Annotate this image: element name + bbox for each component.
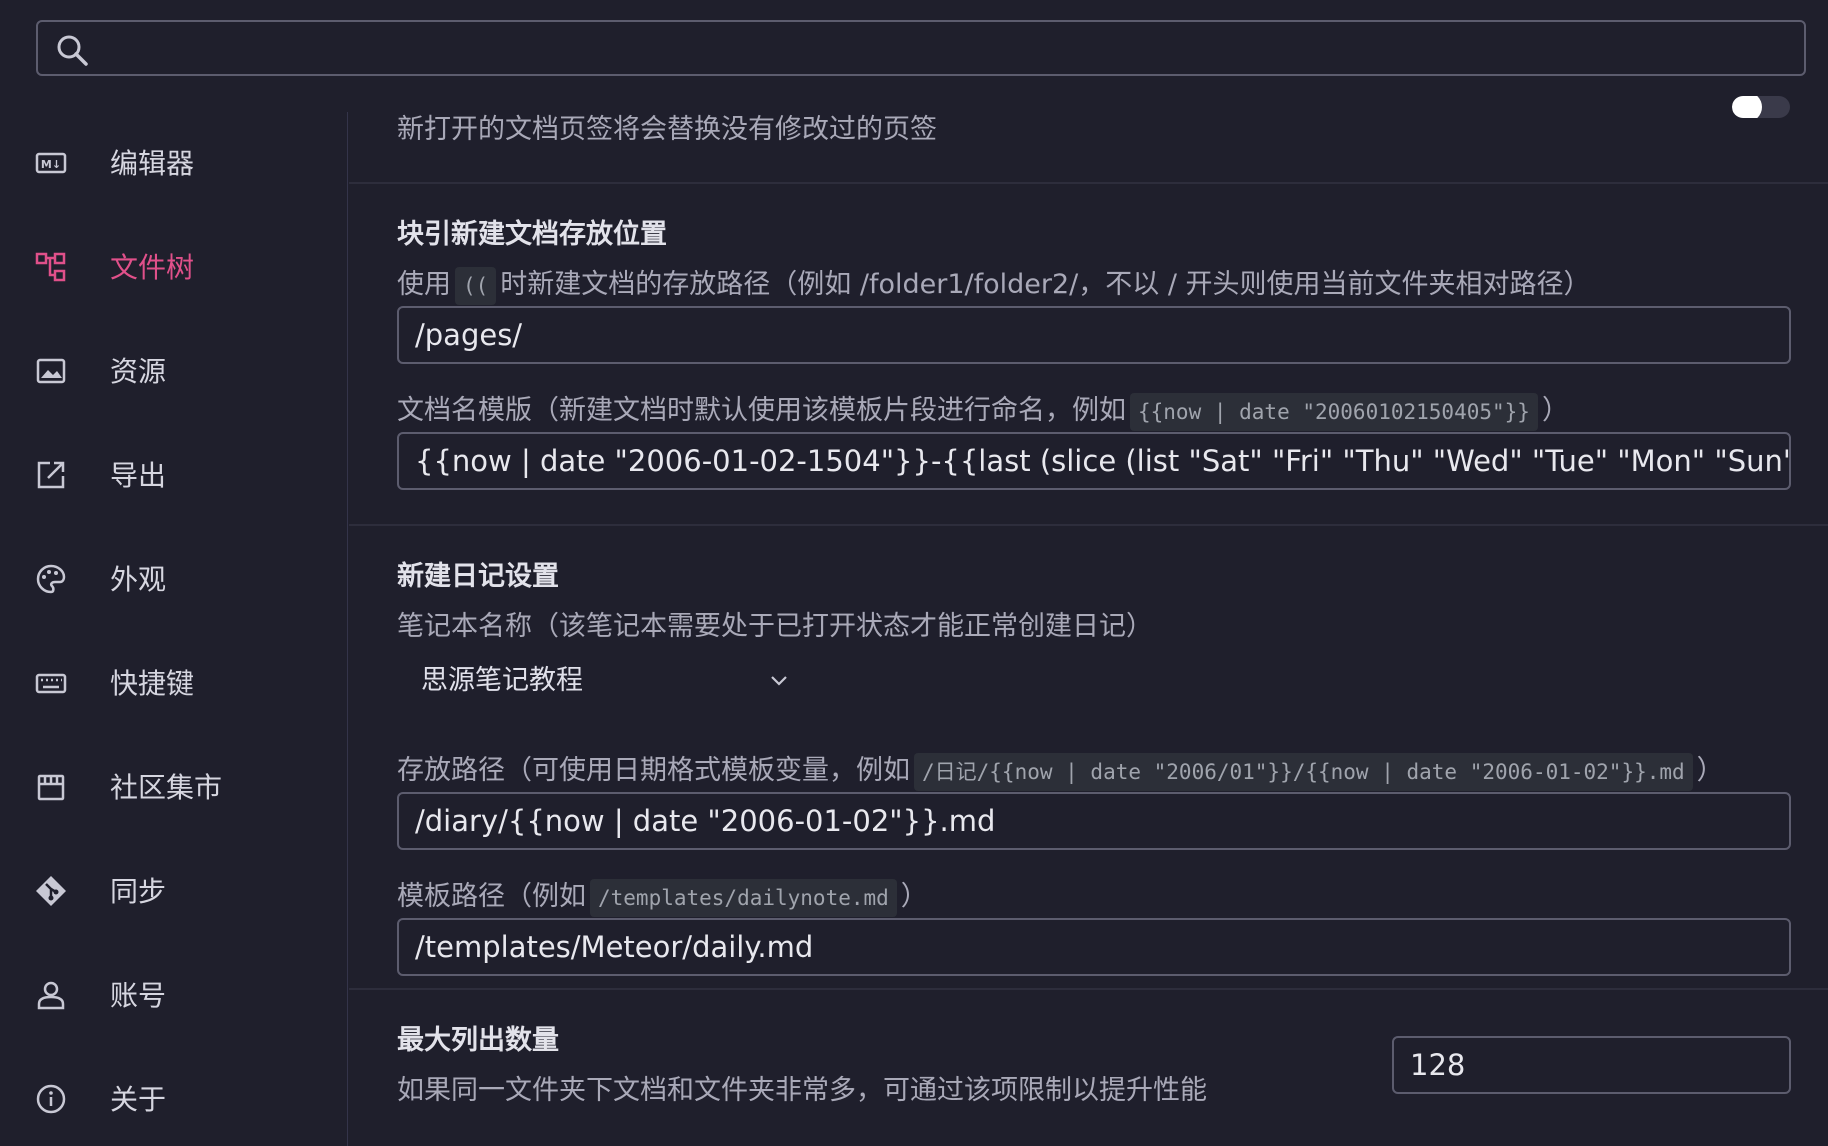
replace-tab-description: 新打开的文档页签将会替换没有修改过的页签 — [397, 114, 937, 145]
sidebar-item-export[interactable]: 导出 — [0, 442, 346, 512]
settings-sidebar: M↓ 编辑器 文件树 资源 导出 外观 快捷键 社区集市 同步 账号 关于 — [0, 112, 348, 1146]
sidebar-item-editor[interactable]: M↓ 编辑器 — [0, 130, 346, 200]
palette-icon — [36, 564, 66, 594]
sync-icon — [36, 876, 66, 906]
block-ref-desc-prefix: 使用 — [397, 269, 451, 300]
sidebar-item-keymap[interactable]: 快捷键 — [0, 650, 346, 720]
daily-path-input[interactable]: /diary/{{now | date "2006-01-02"}}.md — [397, 792, 1791, 850]
sidebar-item-label: 关于 — [110, 1083, 167, 1116]
info-icon — [36, 1084, 66, 1114]
chevron-down-icon — [771, 676, 787, 686]
daily-template-desc-prefix: 模板路径（例如 — [397, 881, 586, 912]
daily-path-desc-suffix: ） — [1696, 755, 1724, 786]
block-ref-title: 块引新建文档存放位置 — [397, 219, 667, 250]
sidebar-item-sync[interactable]: 同步 — [0, 858, 346, 928]
sidebar-item-label: 资源 — [110, 355, 167, 388]
daily-template-desc-suffix: ） — [900, 881, 928, 912]
daily-path-desc-prefix: 存放路径（可使用日期格式模板变量，例如 — [397, 755, 910, 786]
notebook-select-value: 思源笔记教程 — [421, 665, 583, 696]
store-icon — [37, 774, 65, 801]
daily-template-description: 模板路径（例如/templates/dailynote.md） — [397, 877, 928, 917]
export-icon — [37, 461, 65, 489]
block-ref-description: 使用((时新建文档的存放路径（例如 /folder1/folder2/，不以 /… — [397, 265, 1591, 305]
sidebar-item-filetree[interactable]: 文件树 — [0, 234, 346, 304]
markdown-icon: M↓ — [35, 152, 67, 174]
block-ref-desc-suffix: 时新建文档的存放路径（例如 /folder1/folder2/，不以 / 开头则… — [500, 269, 1591, 300]
user-icon — [37, 981, 65, 1010]
sidebar-item-assets[interactable]: 资源 — [0, 338, 346, 408]
sidebar-item-label: 快捷键 — [110, 667, 195, 700]
sidebar-item-label: 文件树 — [110, 251, 195, 284]
sidebar-item-appearance[interactable]: 外观 — [0, 546, 346, 616]
daily-note-title: 新建日记设置 — [397, 561, 559, 592]
notebook-label: 笔记本名称（该笔记本需要处于已打开状态才能正常创建日记） — [397, 611, 1153, 642]
code-snippet: /templates/dailynote.md — [590, 878, 897, 917]
sidebar-item-bazaar[interactable]: 社区集市 — [0, 754, 346, 824]
sidebar-item-label: 编辑器 — [110, 147, 195, 180]
template-desc-prefix: 文档名模版（新建文档时默认使用该模板片段进行命名，例如 — [397, 395, 1126, 426]
settings-content: 新打开的文档页签将会替换没有修改过的页签 块引新建文档存放位置 使用((时新建文… — [349, 78, 1828, 1146]
sidebar-item-label: 外观 — [110, 563, 167, 596]
notebook-select[interactable]: 思源笔记教程 — [421, 656, 801, 706]
sidebar-item-label: 同步 — [110, 875, 167, 908]
divider — [349, 182, 1828, 184]
max-list-input[interactable]: 128 — [1392, 1036, 1791, 1094]
sidebar-item-label: 社区集市 — [110, 771, 223, 804]
doc-name-template-input[interactable]: {{now | date "2006-01-02-1504"}}-{{last … — [397, 432, 1791, 490]
sidebar-item-label: 导出 — [110, 459, 167, 492]
sidebar-item-account[interactable]: 账号 — [0, 962, 346, 1032]
code-snippet: (( — [455, 266, 497, 305]
divider — [349, 524, 1828, 526]
code-snippet: {{now | date "20060102150405"}} — [1130, 392, 1538, 431]
daily-template-input[interactable]: /templates/Meteor/daily.md — [397, 918, 1791, 976]
image-icon — [36, 358, 66, 384]
daily-path-description: 存放路径（可使用日期格式模板变量，例如/日记/{{now | date "200… — [397, 751, 1724, 791]
svg-text:M↓: M↓ — [41, 158, 61, 171]
doc-name-template-description: 文档名模版（新建文档时默认使用该模板片段进行命名，例如 {{now | date … — [397, 391, 1569, 431]
code-snippet: /日记/{{now | date "2006/01"}}/{{now | dat… — [914, 752, 1693, 791]
search-input[interactable] — [108, 28, 1784, 70]
divider — [349, 988, 1828, 990]
file-tree-icon — [35, 252, 66, 282]
sidebar-item-about[interactable]: 关于 — [0, 1066, 346, 1136]
template-desc-suffix: ） — [1541, 395, 1569, 426]
sidebar-item-label: 账号 — [110, 979, 167, 1012]
max-list-description: 如果同一文件夹下文档和文件夹非常多，可通过该项限制以提升性能 — [397, 1075, 1207, 1106]
search-bar[interactable] — [36, 20, 1806, 76]
block-ref-path-input[interactable]: /pages/ — [397, 306, 1791, 364]
search-icon — [57, 35, 88, 66]
max-list-title: 最大列出数量 — [397, 1025, 559, 1056]
keyboard-icon — [35, 673, 67, 694]
